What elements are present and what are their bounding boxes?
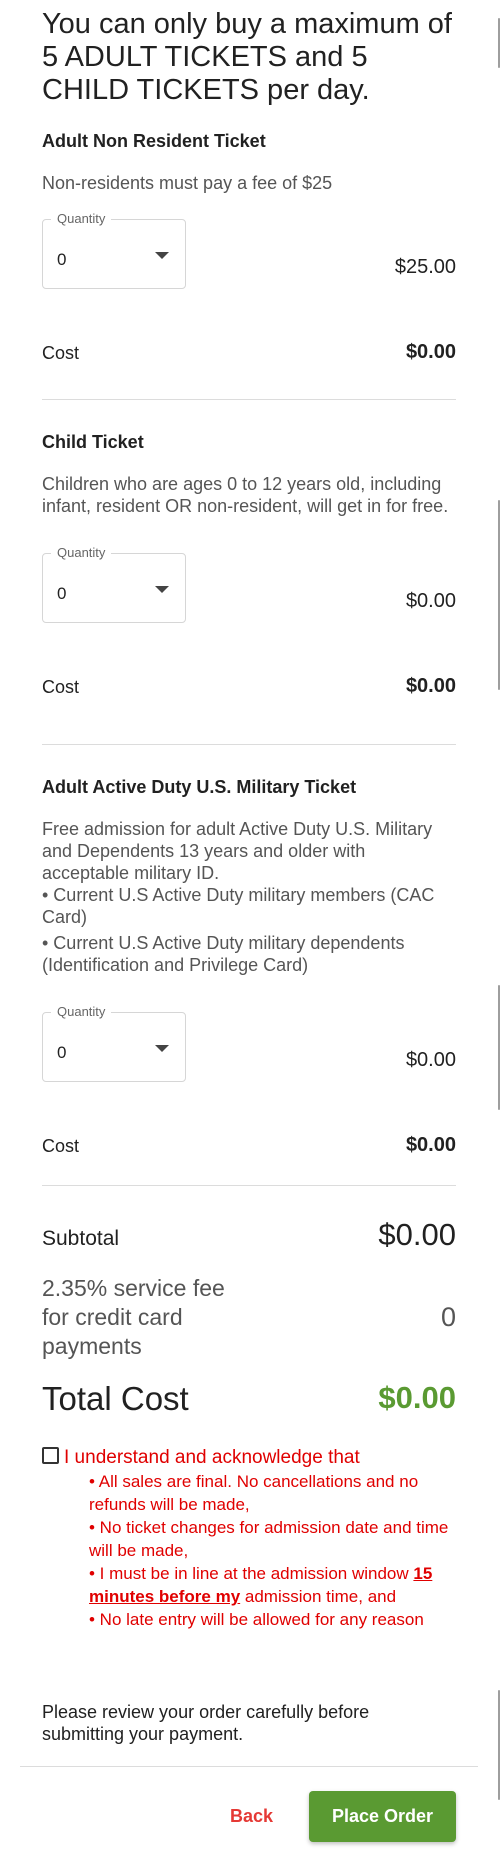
ticket-section-child: Child Ticket Children who are ages 0 to … (42, 431, 456, 701)
quantity-value: 0 (57, 250, 67, 269)
place-order-button[interactable]: Place Order (309, 1791, 456, 1842)
quantity-row: Quantity 0 $0.00 (42, 1004, 456, 1084)
subtotal-label: Subtotal (42, 1227, 120, 1250)
unit-price: $0.00 (405, 1049, 456, 1071)
caret-down-icon (155, 586, 169, 593)
acknowledge-heading: I understand and acknowledge that (64, 1447, 360, 1468)
quantity-select[interactable]: Quantity 0 (42, 1004, 186, 1082)
ticket-title: Adult Active Duty U.S. Military Ticket (42, 777, 357, 797)
unit-price: $25.00 (394, 256, 456, 278)
acknowledge-item-suffix: admission time, and (240, 1587, 397, 1606)
acknowledge-item: • No late entry will be allowed for any … (89, 1610, 424, 1629)
acknowledge-item: • No ticket changes for admission date a… (89, 1518, 449, 1560)
cost-row: Cost $0.00 (42, 1134, 456, 1160)
service-fee-row: 2.35% service fee for credit card paymen… (42, 1274, 456, 1366)
quantity-row: Quantity 0 $0.00 (42, 545, 456, 625)
quantity-value: 0 (57, 584, 67, 603)
ticket-description: Free admission for adult Active Duty U.S… (42, 819, 433, 883)
caret-down-icon (155, 252, 169, 259)
cost-label: Cost (42, 343, 80, 363)
ticket-description: Non-residents must pay a fee of $25 (42, 173, 333, 193)
ticket-title: Child Ticket (42, 432, 144, 452)
subtotal-value: $0.00 (378, 1217, 456, 1252)
order-page: You can only buy a maximum of 5 ADULT TI… (0, 0, 500, 1859)
unit-price: $0.00 (405, 590, 456, 612)
service-fee-value: 0 (440, 1302, 456, 1332)
review-notice: Please review your order carefully befor… (42, 1702, 370, 1744)
order-content: You can only buy a maximum of 5 ADULT TI… (42, 0, 456, 1744)
caret-down-icon (155, 1045, 169, 1052)
cost-row: Cost $0.00 (42, 675, 456, 701)
cost-label: Cost (42, 1136, 80, 1156)
service-fee-label: 2.35% service fee for credit card paymen… (42, 1275, 225, 1359)
ticket-description: Children who are ages 0 to 12 years old,… (42, 474, 449, 516)
ticket-limit-notice: You can only buy a maximum of 5 ADULT TI… (42, 8, 452, 106)
section-divider (42, 399, 456, 400)
ticket-section-adult-non-resident: Adult Non Resident Ticket Non-residents … (42, 130, 456, 367)
acknowledge-checkbox[interactable] (42, 1447, 59, 1464)
cost-row: Cost $0.00 (42, 341, 456, 367)
section-divider (42, 1185, 456, 1186)
scrollbar[interactable] (496, 0, 500, 1859)
total-row: Total Cost $0.00 (42, 1380, 456, 1424)
ticket-title: Adult Non Resident Ticket (42, 131, 266, 151)
cost-value: $0.00 (405, 1134, 456, 1156)
quantity-select[interactable]: Quantity 0 (42, 211, 186, 289)
footer-divider (20, 1766, 478, 1767)
total-cost-value: $0.00 (378, 1380, 456, 1415)
cost-value: $0.00 (405, 675, 456, 697)
subtotal-row: Subtotal $0.00 (42, 1217, 456, 1257)
quantity-label: Quantity (51, 545, 112, 561)
acknowledge-item: • All sales are final. No cancellations … (89, 1472, 419, 1514)
quantity-select[interactable]: Quantity 0 (42, 545, 186, 623)
acknowledge-list: • All sales are final. No cancellations … (89, 1470, 459, 1631)
quantity-value: 0 (57, 1043, 67, 1062)
quantity-label: Quantity (51, 211, 112, 227)
back-button[interactable]: Back (230, 1806, 273, 1827)
acknowledgement: I understand and acknowledge that • All … (42, 1446, 456, 1686)
acknowledge-item: • I must be in line at the admission win… (89, 1562, 459, 1608)
ticket-bullet: • Current U.S Active Duty military depen… (42, 933, 405, 975)
ticket-bullet: • Current U.S Active Duty military membe… (42, 885, 435, 927)
section-divider (42, 744, 456, 745)
quantity-row: Quantity 0 $25.00 (42, 211, 456, 291)
cost-label: Cost (42, 677, 80, 697)
quantity-label: Quantity (51, 1004, 112, 1020)
total-cost-label: Total Cost (42, 1380, 189, 1417)
cost-value: $0.00 (405, 341, 456, 363)
ticket-section-military: Adult Active Duty U.S. Military Ticket F… (42, 776, 456, 1160)
acknowledge-item-prefix: • I must be in line at the admission win… (89, 1564, 414, 1583)
